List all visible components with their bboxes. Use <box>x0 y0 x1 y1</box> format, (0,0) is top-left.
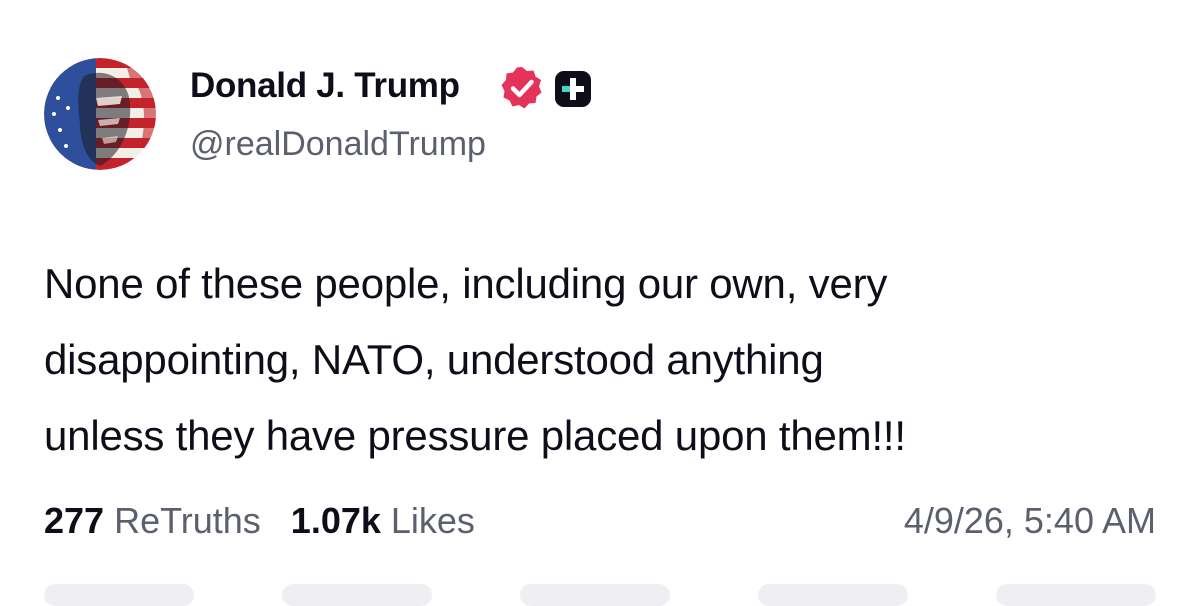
action-bar <box>0 584 1200 606</box>
more-button[interactable] <box>996 584 1156 606</box>
likes-count: 1.07k <box>290 500 381 541</box>
plus-badge-icon <box>555 71 591 107</box>
post-stats: 277 ReTruths 1.07k Likes <box>44 500 475 542</box>
like-button[interactable] <box>520 584 670 606</box>
likes-label: Likes <box>390 500 475 541</box>
retruths-label: ReTruths <box>114 500 261 541</box>
post-timestamp[interactable]: 4/9/26, 5:40 AM <box>904 500 1156 542</box>
share-button[interactable] <box>758 584 908 606</box>
likes-stat[interactable]: 1.07k Likes <box>291 500 475 542</box>
flag-portrait-avatar-icon <box>44 58 156 170</box>
author-avatar[interactable] <box>44 58 156 170</box>
post-body: None of these people, including our own,… <box>44 246 1174 474</box>
retruth-button[interactable] <box>282 584 432 606</box>
reply-button[interactable] <box>44 584 194 606</box>
author-handle[interactable]: @realDonaldTrump <box>190 125 486 164</box>
retruths-stat[interactable]: 277 ReTruths <box>44 500 261 542</box>
author-display-name[interactable]: Donald J. Trump <box>190 66 460 106</box>
retruths-count: 277 <box>44 500 105 541</box>
post-text-line: unless they have pressure placed upon th… <box>44 412 906 459</box>
post-text-line: disappointing, NATO, understood anything <box>44 336 824 383</box>
verified-check-icon <box>501 67 542 109</box>
post-text-line: None of these people, including our own,… <box>44 260 888 307</box>
truth-post: Donald J. Trump @realDonaldTrump None of… <box>0 0 1200 606</box>
